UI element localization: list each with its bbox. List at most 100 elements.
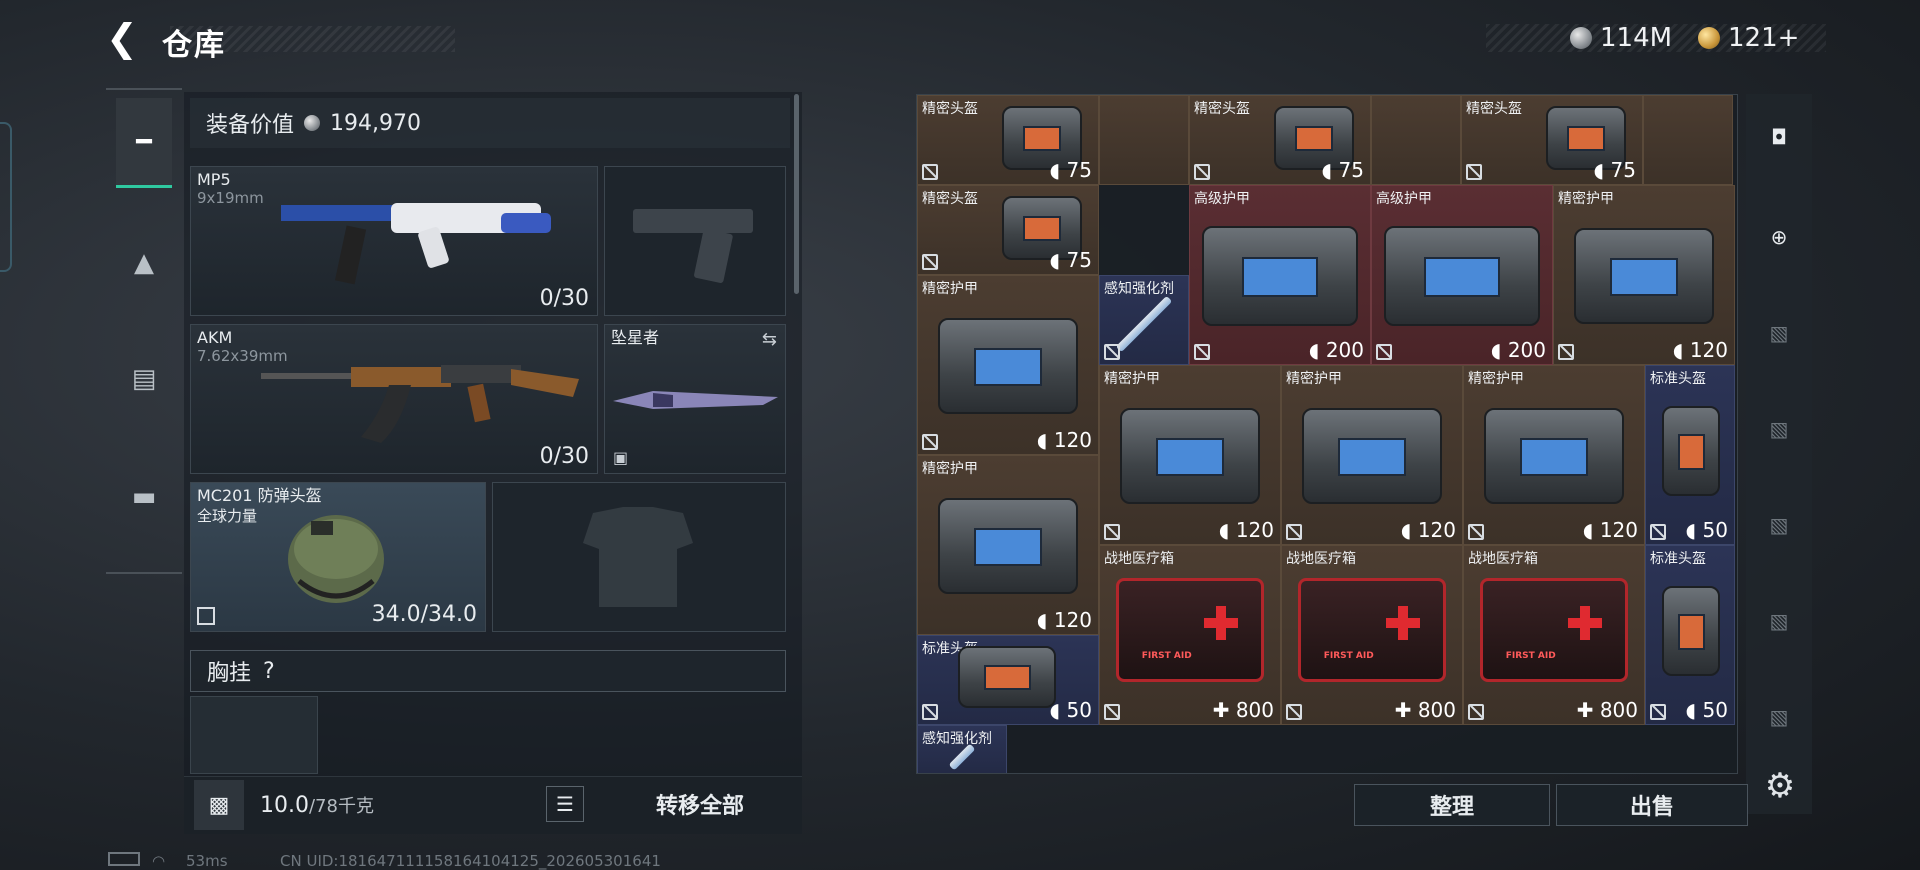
case-slot-5-button[interactable]: ▧ bbox=[1756, 694, 1802, 740]
equipment-value-label: 装备价值 bbox=[206, 113, 295, 138]
storage-tools-column: ◘ ⊕ ▧ ▧ ▧ ▧ ▧ bbox=[1746, 94, 1812, 814]
chest-rig-slot[interactable] bbox=[190, 696, 318, 774]
item-name: 感知强化剂 bbox=[1104, 281, 1174, 297]
sell-button[interactable]: 出售 bbox=[1556, 784, 1748, 826]
case-slot-1-button[interactable]: ▧ bbox=[1756, 310, 1802, 356]
sidearm-slot[interactable] bbox=[604, 166, 786, 316]
storage-item[interactable]: 感知强化剂 bbox=[1099, 275, 1189, 365]
storage-item[interactable]: 精密头盔 ◖ 75 bbox=[917, 95, 1099, 185]
case-slot-4-button[interactable]: ▧ bbox=[1756, 598, 1802, 644]
armor-slot[interactable] bbox=[492, 482, 786, 632]
no-insurance-icon bbox=[1104, 524, 1120, 540]
storage-item[interactable]: 精密护甲 ◖ 120 bbox=[917, 455, 1099, 635]
item-name: 战地医疗箱 bbox=[1468, 551, 1538, 567]
transfer-all-button[interactable]: 转移全部 bbox=[610, 782, 790, 826]
item-name: 精密护甲 bbox=[922, 281, 978, 297]
storage-item[interactable]: 高级护甲 ◖ 200 bbox=[1189, 185, 1371, 365]
sort-button[interactable]: 整理 bbox=[1354, 784, 1550, 826]
storage-item[interactable]: 战地医疗箱 FIRST AID ✚ 800 bbox=[1281, 545, 1463, 725]
item-value-number: 75 bbox=[1066, 158, 1092, 182]
akm-icon bbox=[261, 365, 579, 443]
category-armor-button[interactable]: ▲ bbox=[116, 218, 172, 308]
item-value-number: 120 bbox=[1689, 338, 1728, 362]
settings-gear-icon[interactable]: ⚙ bbox=[1760, 766, 1800, 806]
weight-icon: ▩ bbox=[194, 780, 244, 830]
back-arrow-icon[interactable]: ❮ bbox=[106, 18, 142, 58]
chest-rig-row[interactable]: 胸挂 ? bbox=[190, 650, 786, 692]
primary-weapon-name: MP5 bbox=[197, 170, 231, 189]
weight-current: 10.0 bbox=[260, 793, 309, 818]
list-icon: ☰ bbox=[556, 792, 574, 816]
storage-item[interactable]: 精密护甲 ◖ 120 bbox=[1553, 185, 1735, 365]
no-insurance-icon bbox=[1286, 524, 1302, 540]
helmet-slot[interactable]: MC201 防弹头盔 全球力量 34.0/34.0 bbox=[190, 482, 486, 632]
item-value: ✚ 800 bbox=[1212, 698, 1274, 722]
storage-item[interactable]: 标准头盔 ◖ 50 bbox=[1645, 545, 1735, 725]
category-backpack-button[interactable]: ▤ bbox=[116, 334, 172, 424]
ping-text: 53ms bbox=[186, 852, 228, 870]
helmet-bag-icon bbox=[958, 646, 1056, 708]
storage-item[interactable]: 精密头盔 ◖ 75 bbox=[1461, 95, 1643, 185]
item-value-number: 200 bbox=[1325, 338, 1364, 362]
case-slot-2-button[interactable]: ▧ bbox=[1756, 406, 1802, 452]
expand-storage-button[interactable]: ⊕ bbox=[1756, 214, 1802, 260]
item-value: ✚ 800 bbox=[1394, 698, 1456, 722]
item-value: ◖ 120 bbox=[1218, 518, 1274, 542]
item-name: 精密头盔 bbox=[1194, 101, 1250, 117]
storage-item[interactable]: 精密头盔 ◖ 75 bbox=[917, 185, 1099, 275]
item-name: 精密头盔 bbox=[922, 191, 978, 207]
storage-item[interactable]: 标准头盔 ◖ 50 bbox=[1645, 365, 1735, 545]
no-insurance-icon bbox=[922, 704, 938, 720]
category-weapons-button[interactable]: ━ bbox=[116, 98, 172, 188]
storage-item[interactable]: 精密头盔 ◖ 75 bbox=[1189, 95, 1371, 185]
armor-bag-icon bbox=[1202, 226, 1358, 326]
armor-bag-icon bbox=[938, 318, 1078, 414]
item-value: ✚ 800 bbox=[1576, 698, 1638, 722]
item-value: ◖ 50 bbox=[1049, 698, 1092, 722]
help-icon[interactable]: ? bbox=[263, 659, 275, 684]
storage-cell-empty[interactable] bbox=[1099, 95, 1189, 185]
item-value-number: 50 bbox=[1066, 698, 1092, 722]
swap-icon[interactable]: ⇆ bbox=[762, 329, 777, 350]
primary-weapon-slot[interactable]: MP5 9x19mm 0/30 bbox=[190, 166, 598, 316]
loadout-scrollbar[interactable] bbox=[794, 94, 799, 294]
medkit-icon: FIRST AID bbox=[1298, 578, 1446, 682]
storage-item[interactable]: 标准头盔 ◖ 50 bbox=[917, 635, 1099, 725]
item-name: 精密头盔 bbox=[922, 101, 978, 117]
lock-icon: ▣ bbox=[613, 448, 629, 467]
secondary-weapon-ammo: 0/30 bbox=[539, 444, 589, 469]
storage-item[interactable]: 精密护甲 ◖ 120 bbox=[1463, 365, 1645, 545]
battery-icon bbox=[108, 852, 140, 866]
syringe-icon bbox=[1115, 295, 1173, 353]
case-locked-icon: ▧ bbox=[1769, 417, 1789, 441]
storage-item[interactable]: 精密护甲 ◖ 120 bbox=[917, 275, 1099, 455]
storage-item[interactable]: 精密护甲 ◖ 120 bbox=[1099, 365, 1281, 545]
secondary-weapon-slot[interactable]: AKM 7.62x39mm 0/30 bbox=[190, 324, 598, 474]
storage-item[interactable]: 高级护甲 ◖ 200 bbox=[1371, 185, 1553, 365]
case-slot-3-button[interactable]: ▧ bbox=[1756, 502, 1802, 548]
storage-overview-button[interactable]: ◘ bbox=[1756, 114, 1802, 160]
category-case-button[interactable]: ▬ bbox=[116, 452, 172, 542]
currency-silver[interactable]: 114M bbox=[1570, 22, 1672, 54]
storage-item[interactable]: 感知强化剂 bbox=[917, 725, 1007, 773]
storage-cell-empty[interactable] bbox=[1371, 95, 1461, 185]
currency-gold[interactable]: 121+ bbox=[1698, 22, 1799, 54]
list-view-button[interactable]: ☰ bbox=[546, 786, 584, 822]
wifi-icon: ◠ bbox=[152, 852, 166, 870]
item-value: ◖ 75 bbox=[1321, 158, 1364, 182]
armor-bag-icon bbox=[1574, 228, 1714, 324]
item-name: 精密护甲 bbox=[1558, 191, 1614, 207]
melee-slot[interactable]: 坠星者 ⇆ ▣ bbox=[604, 324, 786, 474]
chest-rig-label: 胸挂 bbox=[207, 661, 252, 686]
storage-item[interactable]: 战地医疗箱 FIRST AID ✚ 800 bbox=[1463, 545, 1645, 725]
side-accent bbox=[0, 122, 12, 272]
storage-item[interactable]: 精密护甲 ◖ 120 bbox=[1281, 365, 1463, 545]
silver-coin-icon bbox=[1570, 27, 1592, 49]
item-name: 精密护甲 bbox=[1104, 371, 1160, 387]
page-title: 仓库 bbox=[162, 28, 226, 63]
medkit-icon: FIRST AID bbox=[1116, 578, 1264, 682]
storage-cell-empty[interactable] bbox=[1643, 95, 1733, 185]
armor-bag-icon bbox=[938, 498, 1078, 594]
helmet-sub: 全球力量 bbox=[197, 507, 258, 525]
storage-item[interactable]: 战地医疗箱 FIRST AID ✚ 800 bbox=[1099, 545, 1281, 725]
